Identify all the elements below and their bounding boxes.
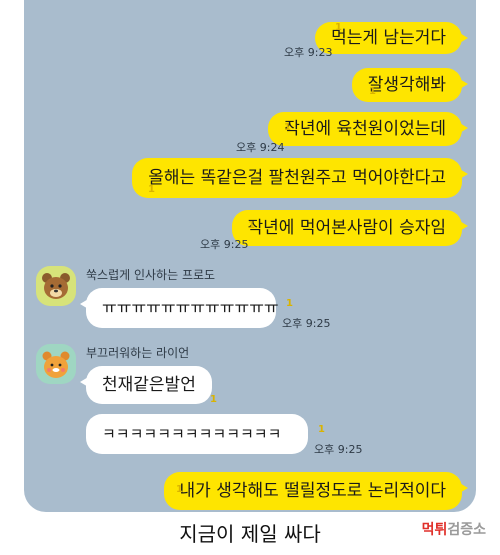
unread-count: 1 (176, 484, 183, 495)
message-text: 천재같은발언 (102, 375, 196, 395)
ryan-character-icon (42, 351, 70, 378)
chat-window: 먹는게 남는거다 1 오후 9:23 잘생각해봐 1 작년에 육천원이었는데 1… (24, 0, 476, 512)
unread-count: 1 (148, 184, 155, 195)
sender-name: 쑥스럽게 인사하는 프로도 (86, 268, 216, 282)
my-message-bubble[interactable]: 작년에 먹어본사람이 승자임 (231, 210, 468, 246)
friend-message-bubble[interactable]: ㅠㅠㅠㅠㅠㅠㅠㅠㅠㅠㅠㅠ (80, 288, 279, 328)
unread-count: 1 (210, 394, 217, 405)
message-text: 내가 생각해도 떨릴정도로 논리적이다 (179, 481, 446, 501)
unread-count: 1 (318, 424, 325, 435)
avatar-frodo[interactable] (36, 266, 76, 306)
message-time: 오후 9:24 (236, 141, 285, 154)
message-text: 잘생각해봐 (367, 75, 446, 95)
message-text: ㅠㅠㅠㅠㅠㅠㅠㅠㅠㅠㅠㅠ (102, 298, 279, 317)
sender-name: 부끄러워하는 라이언 (86, 346, 190, 360)
unread-count: 1 (284, 122, 291, 133)
message-text: ㅋㅋㅋㅋㅋㅋㅋㅋㅋㅋㅋㅋㅋ (102, 425, 282, 443)
unread-count: 1 (335, 22, 342, 33)
friend-message-bubble[interactable]: 천재같은발언 (80, 366, 212, 404)
my-message-bubble[interactable]: 올해는 똑같은걸 팔천원주고 먹어야한다고 (132, 158, 468, 198)
unread-count: 1 (248, 220, 255, 231)
message-time: 오후 9:23 (284, 46, 333, 59)
message-time: 오후 9:25 (282, 317, 331, 330)
watermark-part-1: 먹튀 (421, 522, 448, 538)
avatar-ryan[interactable] (36, 344, 76, 384)
message-text: 먹는게 남는거다 (331, 28, 446, 48)
my-message-bubble[interactable]: 작년에 육천원이었는데 (268, 112, 468, 146)
message-text: 작년에 육천원이었는데 (284, 119, 446, 139)
watermark-part-2: 검증소 (447, 522, 486, 538)
message-time: 오후 9:25 (314, 443, 363, 456)
watermark: 먹튀검증소 (422, 519, 486, 539)
message-time: 오후 9:25 (200, 238, 249, 251)
unread-count: 1 (369, 86, 376, 97)
message-text: 올해는 똑같은걸 팔천원주고 먹어야한다고 (148, 168, 446, 188)
message-text: 작년에 먹어본사람이 승자임 (247, 218, 447, 238)
friend-message-bubble[interactable]: ㅋㅋㅋㅋㅋㅋㅋㅋㅋㅋㅋㅋㅋ (86, 414, 308, 454)
unread-count: 1 (286, 298, 293, 309)
my-message-bubble[interactable]: 내가 생각해도 떨릴정도로 논리적이다 (163, 472, 469, 510)
frodo-character-icon (42, 273, 70, 299)
